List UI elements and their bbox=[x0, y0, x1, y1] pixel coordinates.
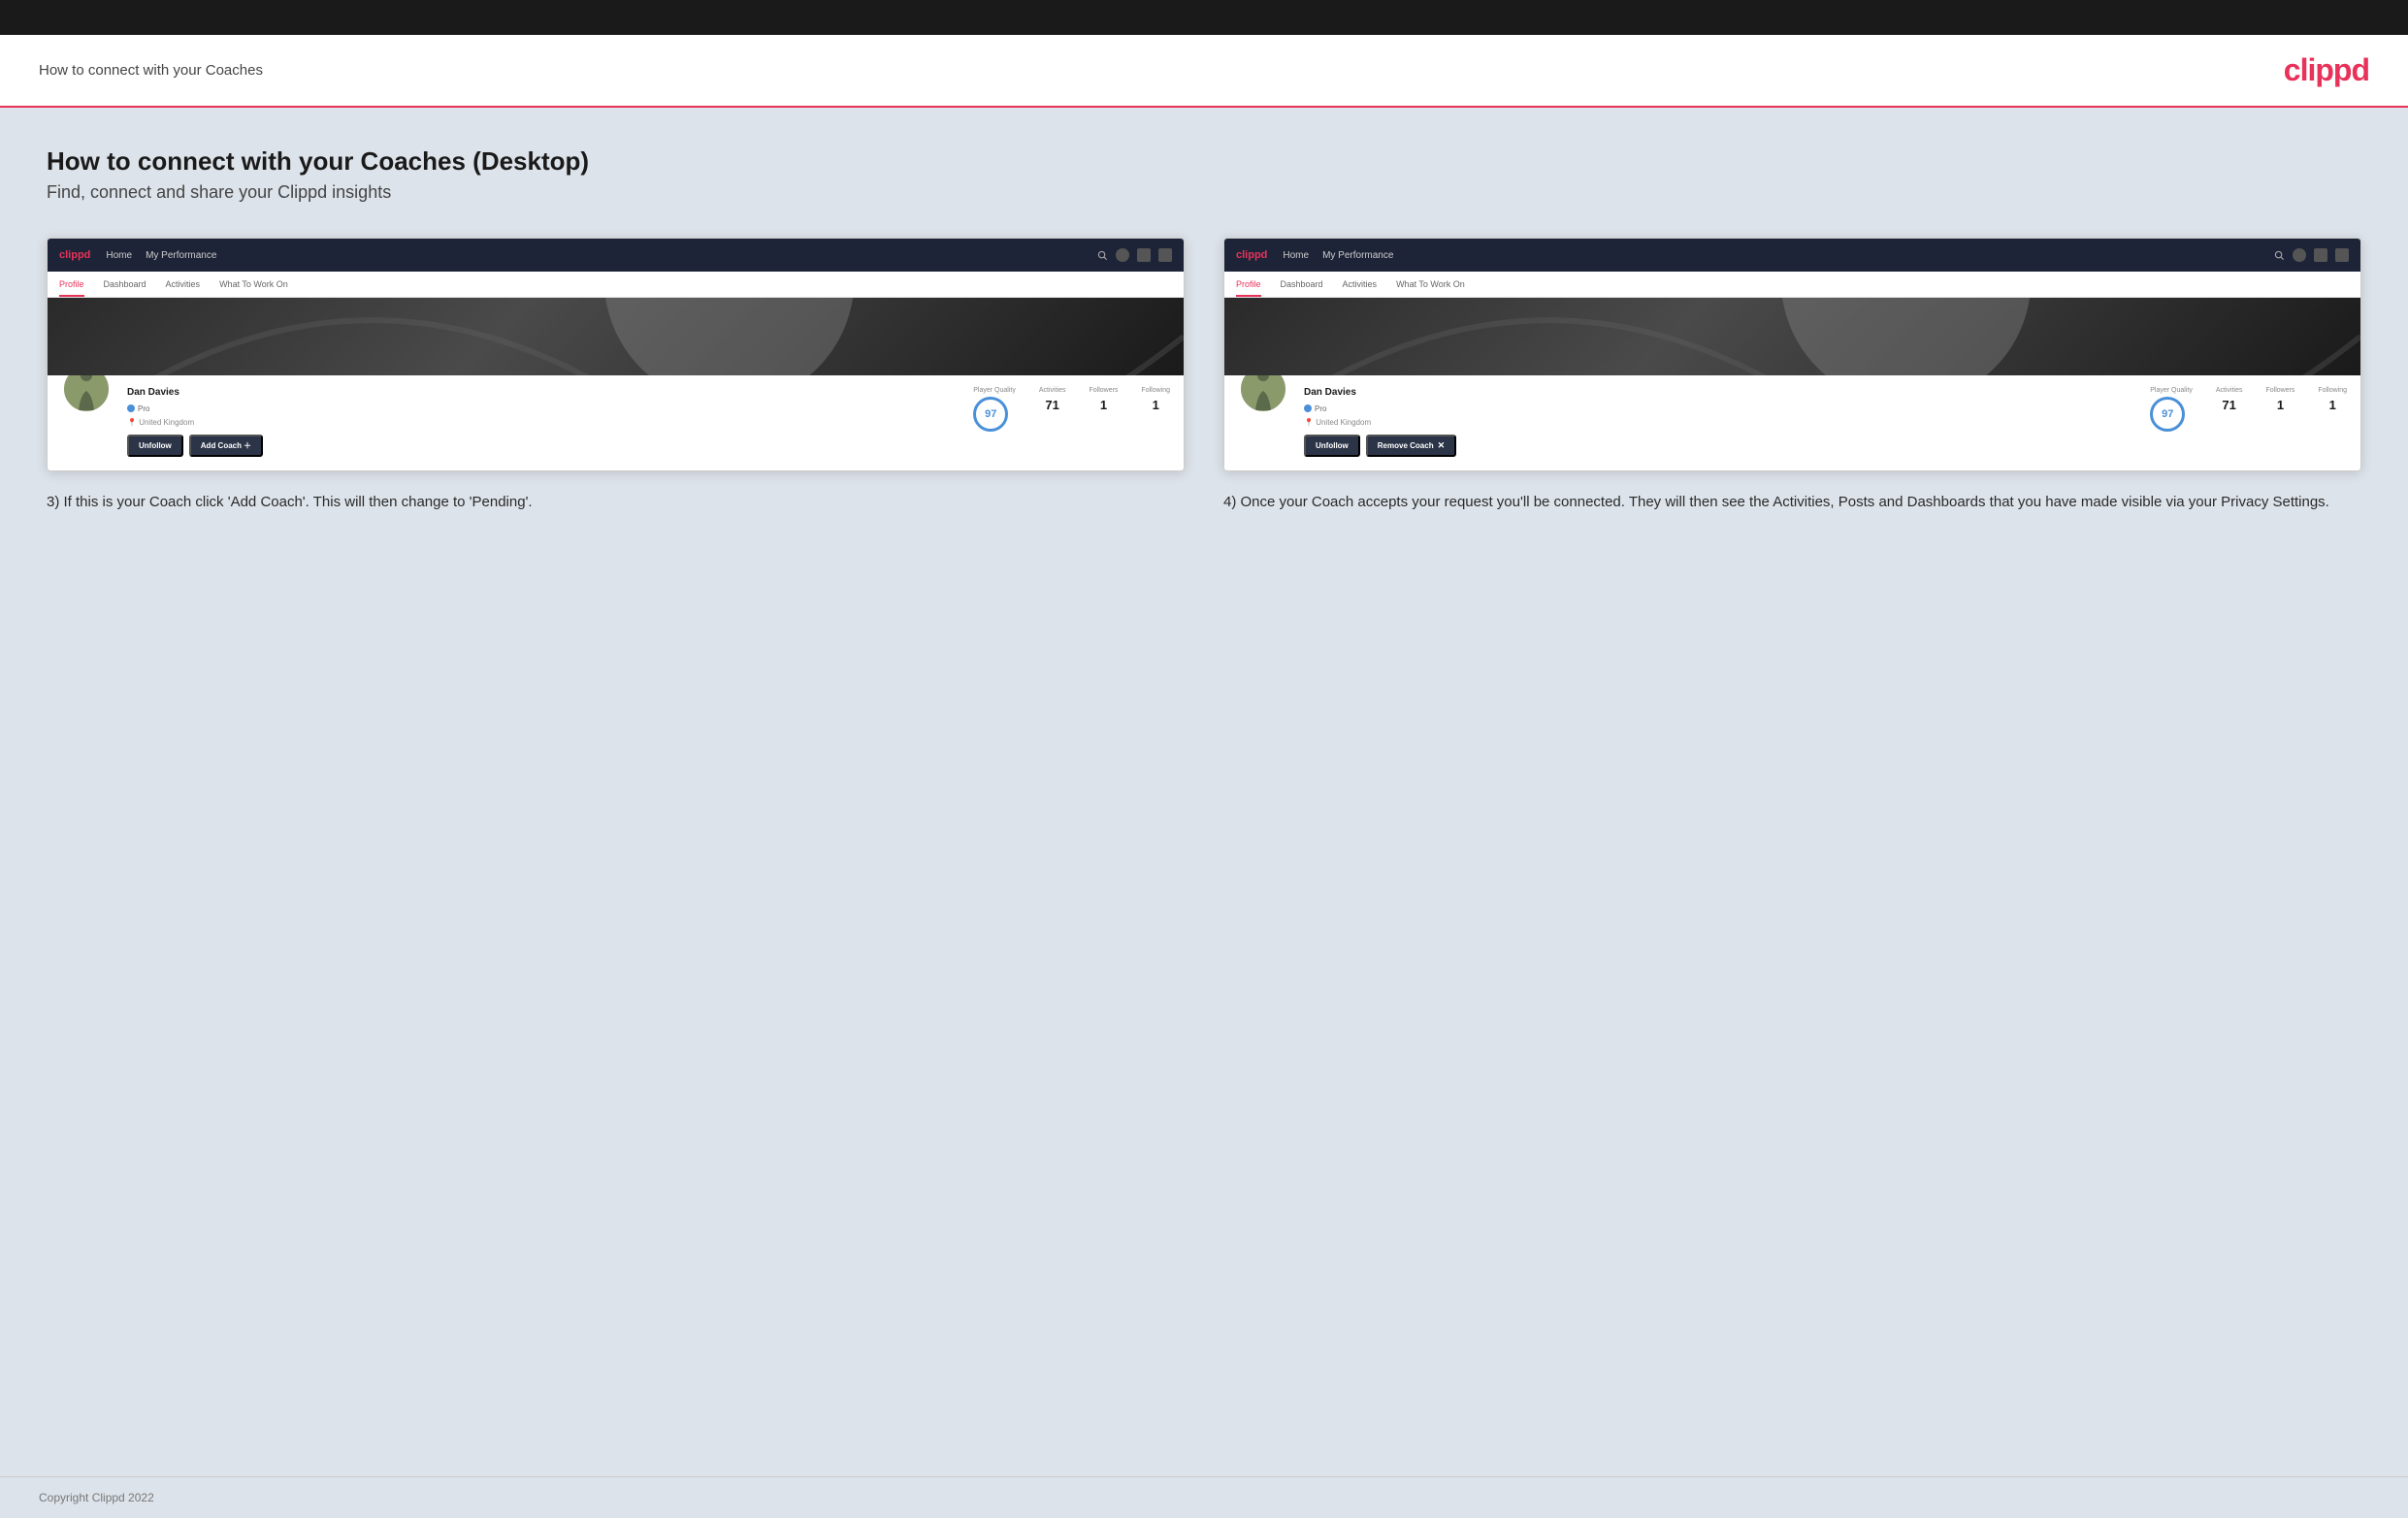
left-followers-label: Followers bbox=[1089, 387, 1118, 394]
logo: clippd bbox=[2284, 52, 2369, 88]
left-person-icon bbox=[1116, 248, 1129, 262]
header-title: How to connect with your Coaches bbox=[39, 62, 263, 79]
right-mock-banner bbox=[1224, 298, 2360, 375]
left-stat-followers: Followers 1 bbox=[1089, 387, 1118, 414]
left-tab-activities[interactable]: Activities bbox=[166, 272, 201, 297]
left-badge-dot bbox=[127, 404, 135, 412]
left-banner-overlay bbox=[48, 298, 1184, 375]
right-mock-logo: clippd bbox=[1236, 249, 1267, 261]
left-mockup: clippd Home My Performance Profile bbox=[47, 238, 1185, 471]
left-nav-home: Home bbox=[106, 250, 132, 261]
right-profile-info: Dan Davies Pro 📍 United Kingdom Unfollow… bbox=[1304, 383, 2134, 457]
right-nav-my-performance: My Performance bbox=[1322, 250, 1393, 261]
left-tab-profile[interactable]: Profile bbox=[59, 272, 84, 297]
right-unfollow-button[interactable]: Unfollow bbox=[1304, 435, 1360, 457]
left-mock-navbar: clippd Home My Performance bbox=[48, 239, 1184, 272]
left-mock-buttons: Unfollow Add Coach ＋ bbox=[127, 435, 958, 457]
right-mock-buttons: Unfollow Remove Coach ✕ bbox=[1304, 435, 2134, 457]
left-activities-label: Activities bbox=[1039, 387, 1066, 394]
right-tab-what-to-work-on[interactable]: What To Work On bbox=[1396, 272, 1465, 297]
right-badge-dot bbox=[1304, 404, 1312, 412]
right-search-icon bbox=[2274, 250, 2285, 261]
right-globe-icon bbox=[2335, 248, 2349, 262]
left-nav-my-performance: My Performance bbox=[146, 250, 216, 261]
left-mock-profile: Dan Davies Pro 📍 United Kingdom Unfollow… bbox=[48, 375, 1184, 470]
left-quality-label: Player Quality bbox=[973, 387, 1016, 394]
left-followers-value: 1 bbox=[1100, 398, 1107, 412]
page-subheading: Find, connect and share your Clippd insi… bbox=[47, 182, 2361, 203]
top-bar bbox=[0, 0, 2408, 35]
right-tab-dashboard[interactable]: Dashboard bbox=[1281, 272, 1323, 297]
right-player-badge: Pro bbox=[1304, 404, 1326, 413]
copyright: Copyright Clippd 2022 bbox=[39, 1491, 154, 1504]
right-tab-activities[interactable]: Activities bbox=[1343, 272, 1378, 297]
right-mockup: clippd Home My Performance Profile bbox=[1223, 238, 2361, 471]
footer: Copyright Clippd 2022 bbox=[0, 1476, 2408, 1518]
right-quality-circle: 97 bbox=[2150, 397, 2185, 432]
right-followers-label: Followers bbox=[2265, 387, 2294, 394]
right-nav-home: Home bbox=[1283, 250, 1309, 261]
left-mock-nav-icons bbox=[1097, 248, 1172, 262]
right-mock-stats: Player Quality 97 Activities 71 Follower… bbox=[2150, 383, 2347, 432]
left-player-location: 📍 United Kingdom bbox=[127, 418, 958, 427]
main-content: How to connect with your Coaches (Deskto… bbox=[0, 108, 2408, 1476]
right-stat-quality: Player Quality 97 bbox=[2150, 387, 2193, 432]
right-remove-coach-button[interactable]: Remove Coach ✕ bbox=[1366, 435, 1456, 457]
left-search-icon bbox=[1097, 250, 1108, 261]
right-person-icon bbox=[2293, 248, 2306, 262]
left-stat-activities: Activities 71 bbox=[1039, 387, 1066, 414]
right-settings-icon bbox=[2314, 248, 2327, 262]
right-column: clippd Home My Performance Profile bbox=[1223, 238, 2361, 514]
right-player-name: Dan Davies bbox=[1304, 387, 2134, 398]
right-stat-followers: Followers 1 bbox=[2265, 387, 2294, 414]
left-player-name: Dan Davies bbox=[127, 387, 958, 398]
left-globe-icon bbox=[1158, 248, 1172, 262]
left-following-label: Following bbox=[1141, 387, 1170, 394]
left-unfollow-button[interactable]: Unfollow bbox=[127, 435, 183, 457]
left-tab-what-to-work-on[interactable]: What To Work On bbox=[219, 272, 288, 297]
left-stat-following: Following 1 bbox=[1141, 387, 1170, 414]
left-following-value: 1 bbox=[1153, 398, 1159, 412]
page-heading: How to connect with your Coaches (Deskto… bbox=[47, 146, 2361, 177]
right-quality-label: Player Quality bbox=[2150, 387, 2193, 394]
left-description: 3) If this is your Coach click 'Add Coac… bbox=[47, 491, 1185, 514]
right-mock-tabs: Profile Dashboard Activities What To Wor… bbox=[1224, 272, 2360, 298]
left-mock-tabs: Profile Dashboard Activities What To Wor… bbox=[48, 272, 1184, 298]
right-description: 4) Once your Coach accepts your request … bbox=[1223, 491, 2361, 514]
left-add-coach-button[interactable]: Add Coach ＋ bbox=[189, 435, 263, 457]
left-player-badge: Pro bbox=[127, 404, 149, 413]
right-banner-overlay bbox=[1224, 298, 2360, 375]
right-activities-label: Activities bbox=[2216, 387, 2243, 394]
left-mock-banner bbox=[48, 298, 1184, 375]
left-activities-value: 71 bbox=[1045, 398, 1058, 412]
right-stat-activities: Activities 71 bbox=[2216, 387, 2243, 414]
right-player-location: 📍 United Kingdom bbox=[1304, 418, 2134, 427]
left-mock-stats: Player Quality 97 Activities 71 Follower… bbox=[973, 383, 1170, 432]
right-mock-nav-items: Home My Performance bbox=[1283, 250, 2259, 261]
left-tab-dashboard[interactable]: Dashboard bbox=[104, 272, 146, 297]
right-tab-profile[interactable]: Profile bbox=[1236, 272, 1261, 297]
left-mock-logo: clippd bbox=[59, 249, 90, 261]
left-add-icon: ＋ bbox=[244, 440, 251, 451]
right-following-label: Following bbox=[2318, 387, 2347, 394]
right-activities-value: 71 bbox=[2222, 398, 2235, 412]
left-mock-nav-items: Home My Performance bbox=[106, 250, 1082, 261]
right-mock-profile: Dan Davies Pro 📍 United Kingdom Unfollow… bbox=[1224, 375, 2360, 470]
right-close-icon: ✕ bbox=[1438, 440, 1446, 451]
left-stat-quality: Player Quality 97 bbox=[973, 387, 1016, 432]
right-mock-nav-icons bbox=[2274, 248, 2349, 262]
left-badge-label: Pro bbox=[138, 404, 149, 413]
left-column: clippd Home My Performance Profile bbox=[47, 238, 1185, 514]
right-stat-following: Following 1 bbox=[2318, 387, 2347, 414]
right-followers-value: 1 bbox=[2277, 398, 2284, 412]
right-following-value: 1 bbox=[2329, 398, 2336, 412]
right-badge-label: Pro bbox=[1315, 404, 1326, 413]
right-mock-navbar: clippd Home My Performance bbox=[1224, 239, 2360, 272]
left-quality-circle: 97 bbox=[973, 397, 1008, 432]
columns: clippd Home My Performance Profile bbox=[47, 238, 2361, 514]
left-settings-icon bbox=[1137, 248, 1151, 262]
left-profile-info: Dan Davies Pro 📍 United Kingdom Unfollow… bbox=[127, 383, 958, 457]
header: How to connect with your Coaches clippd bbox=[0, 35, 2408, 108]
